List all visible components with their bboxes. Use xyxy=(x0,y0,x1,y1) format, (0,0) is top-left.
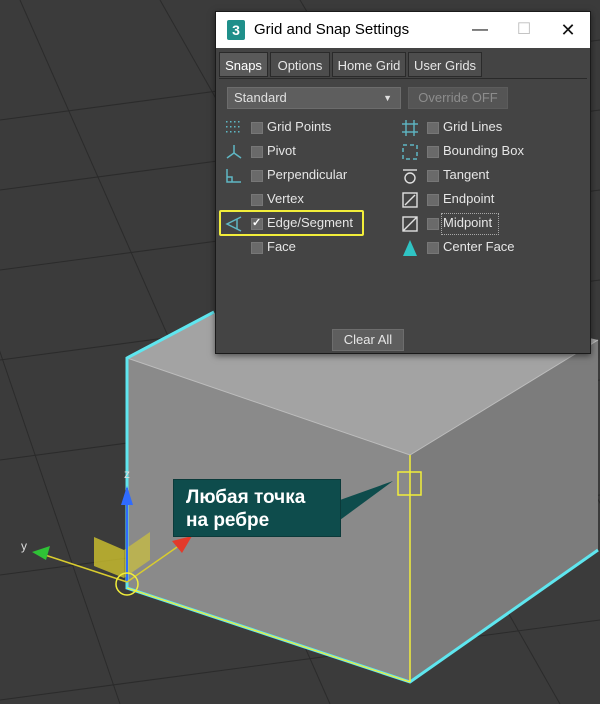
center-face-icon xyxy=(403,240,417,256)
pivot-checkbox[interactable] xyxy=(251,146,263,158)
perpendicular-icon xyxy=(226,169,241,183)
snap-endpoint[interactable]: Endpoint xyxy=(399,189,579,211)
tab-home-grid[interactable]: Home Grid xyxy=(332,52,406,77)
snap-face[interactable]: Face xyxy=(223,237,403,259)
snap-set-dropdown[interactable]: Standard ▼ xyxy=(227,87,401,109)
center-face-checkbox[interactable] xyxy=(427,242,439,254)
pivot-icon xyxy=(226,145,242,159)
vertex-label: Vertex xyxy=(267,191,304,206)
grid-points-icon xyxy=(226,121,240,133)
snap-bounding-box[interactable]: Bounding Box xyxy=(399,141,579,163)
bounding-box-label: Bounding Box xyxy=(443,143,524,158)
midpoint-icon xyxy=(402,216,418,232)
dialog-title: Grid and Snap Settings xyxy=(254,21,410,38)
face-checkbox[interactable] xyxy=(251,242,263,254)
tab-options[interactable]: Options xyxy=(270,52,330,77)
snaps-panel: Standard ▼ Override OFF Grid Points Pivo… xyxy=(219,78,587,353)
tab-user-grids[interactable]: User Grids xyxy=(408,52,482,77)
grid-lines-icon xyxy=(402,120,418,136)
tangent-checkbox[interactable] xyxy=(427,170,439,182)
dialog-titlebar[interactable]: 3 Grid and Snap Settings — ☐ ✕ xyxy=(216,12,590,48)
endpoint-label: Endpoint xyxy=(443,191,495,206)
midpoint-checkbox[interactable] xyxy=(427,218,439,230)
3dsmax-app-icon: 3 xyxy=(227,20,245,40)
pivot-label: Pivot xyxy=(267,143,296,158)
edge-segment-highlight xyxy=(219,210,364,236)
grid-points-checkbox[interactable] xyxy=(251,122,263,134)
endpoint-icon xyxy=(402,192,418,208)
axis-label-y: y xyxy=(21,539,27,553)
perpendicular-checkbox[interactable] xyxy=(251,170,263,182)
clear-all-button[interactable]: Clear All xyxy=(332,329,404,351)
bounding-box-icon xyxy=(402,144,418,160)
close-button[interactable]: ✕ xyxy=(546,12,590,48)
snap-grid-points[interactable]: Grid Points xyxy=(223,117,403,139)
snap-perpendicular[interactable]: Perpendicular xyxy=(223,165,403,187)
snap-center-face[interactable]: Center Face xyxy=(399,237,579,259)
perpendicular-label: Perpendicular xyxy=(267,167,348,182)
callout-text: Любая точка на ребре xyxy=(186,486,305,532)
tab-strip: Snaps Options Home Grid User Grids xyxy=(216,52,590,78)
annotation-callout: Любая точка на ребре xyxy=(173,479,341,537)
grid-snap-settings-dialog: 3 Grid and Snap Settings — ☐ ✕ Snaps Opt… xyxy=(215,11,591,354)
tangent-label: Tangent xyxy=(443,167,490,182)
endpoint-checkbox[interactable] xyxy=(427,194,439,206)
center-face-label: Center Face xyxy=(443,239,515,254)
grid-lines-checkbox[interactable] xyxy=(427,122,439,134)
axis-label-z: z xyxy=(124,467,130,481)
face-label: Face xyxy=(267,239,296,254)
maximize-button[interactable]: ☐ xyxy=(502,12,546,48)
grid-points-label: Grid Points xyxy=(267,119,332,134)
midpoint-focus-rect xyxy=(441,213,499,235)
tab-snaps[interactable]: Snaps xyxy=(219,52,268,77)
bounding-box-checkbox[interactable] xyxy=(427,146,439,158)
snap-set-value: Standard xyxy=(234,90,287,105)
chevron-down-icon: ▼ xyxy=(383,93,392,103)
snap-grid-lines[interactable]: Grid Lines xyxy=(399,117,579,139)
snap-pivot[interactable]: Pivot xyxy=(223,141,403,163)
snap-vertex[interactable]: Vertex xyxy=(223,189,403,211)
override-off-button[interactable]: Override OFF xyxy=(408,87,508,109)
grid-lines-label: Grid Lines xyxy=(443,119,503,134)
vertex-checkbox[interactable] xyxy=(251,194,263,206)
callout-line-1: Любая точка xyxy=(186,487,306,508)
minimize-button[interactable]: — xyxy=(458,12,502,48)
callout-line-2: на ребре xyxy=(186,510,270,531)
snap-tangent[interactable]: Tangent xyxy=(399,165,579,187)
tangent-icon xyxy=(403,169,417,184)
